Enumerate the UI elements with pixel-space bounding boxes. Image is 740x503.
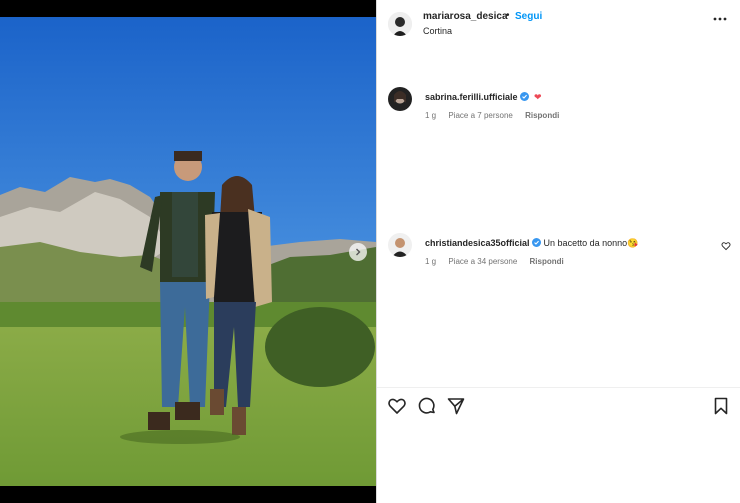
verified-badge-icon xyxy=(531,238,541,247)
author-avatar[interactable] xyxy=(388,12,412,36)
profile-avatar-icon xyxy=(388,12,412,36)
profile-avatar-icon xyxy=(388,233,412,257)
header-separator: • xyxy=(506,10,510,21)
post-side-panel: mariarosa_desica • Segui Cortina sabrina… xyxy=(376,0,740,503)
more-options-icon[interactable] xyxy=(713,16,727,22)
comment-text-line: sabrina.ferilli.ufficiale ❤ xyxy=(425,92,542,103)
comment-username[interactable]: christiandesica35official xyxy=(425,238,530,248)
comment-icon[interactable] xyxy=(417,396,437,416)
comment-body: Un bacetto da nonno xyxy=(543,238,628,248)
comment-meta: 1 g Piace a 7 persone Rispondi xyxy=(425,111,569,120)
kiss-emoji: 😘 xyxy=(627,238,639,248)
post-photo[interactable] xyxy=(0,17,376,486)
profile-avatar-icon xyxy=(388,87,412,111)
comment-time: 1 g xyxy=(425,257,437,266)
chevron-right-icon xyxy=(356,248,361,256)
comment-item: sabrina.ferilli.ufficiale ❤ 1 g Piace a … xyxy=(377,87,740,127)
red-heart-emoji: ❤ xyxy=(534,92,542,102)
actions-divider xyxy=(377,387,740,388)
comment-item: christiandesica35official Un bacetto da n… xyxy=(377,233,740,273)
author-username[interactable]: mariarosa_desica xyxy=(423,11,508,22)
reply-button[interactable]: Rispondi xyxy=(525,111,559,120)
follow-button[interactable]: Segui xyxy=(515,11,542,22)
heart-icon[interactable] xyxy=(387,396,407,416)
comment-username[interactable]: sabrina.ferilli.ufficiale xyxy=(425,92,518,102)
comment-likes[interactable]: Piace a 34 persone xyxy=(448,257,517,266)
verified-badge-icon xyxy=(519,92,529,101)
comment-avatar[interactable] xyxy=(388,233,412,257)
comment-meta: 1 g Piace a 34 persone Rispondi xyxy=(425,257,574,266)
share-icon[interactable] xyxy=(446,396,466,416)
post-actions-bar xyxy=(377,396,740,418)
comment-likes[interactable]: Piace a 7 persone xyxy=(448,111,513,120)
instagram-post: mariarosa_desica • Segui Cortina sabrina… xyxy=(0,0,740,503)
comment-time: 1 g xyxy=(425,111,437,120)
comment-like-heart-icon[interactable] xyxy=(721,241,731,251)
comment-text-line: christiandesica35official Un bacetto da n… xyxy=(425,238,638,249)
bookmark-icon[interactable] xyxy=(711,396,731,416)
post-media xyxy=(0,0,376,503)
post-header: mariarosa_desica • Segui Cortina xyxy=(377,0,740,44)
post-location[interactable]: Cortina xyxy=(423,26,452,36)
reply-button[interactable]: Rispondi xyxy=(530,257,564,266)
comment-avatar[interactable] xyxy=(388,87,412,111)
next-image-button[interactable] xyxy=(349,243,367,261)
